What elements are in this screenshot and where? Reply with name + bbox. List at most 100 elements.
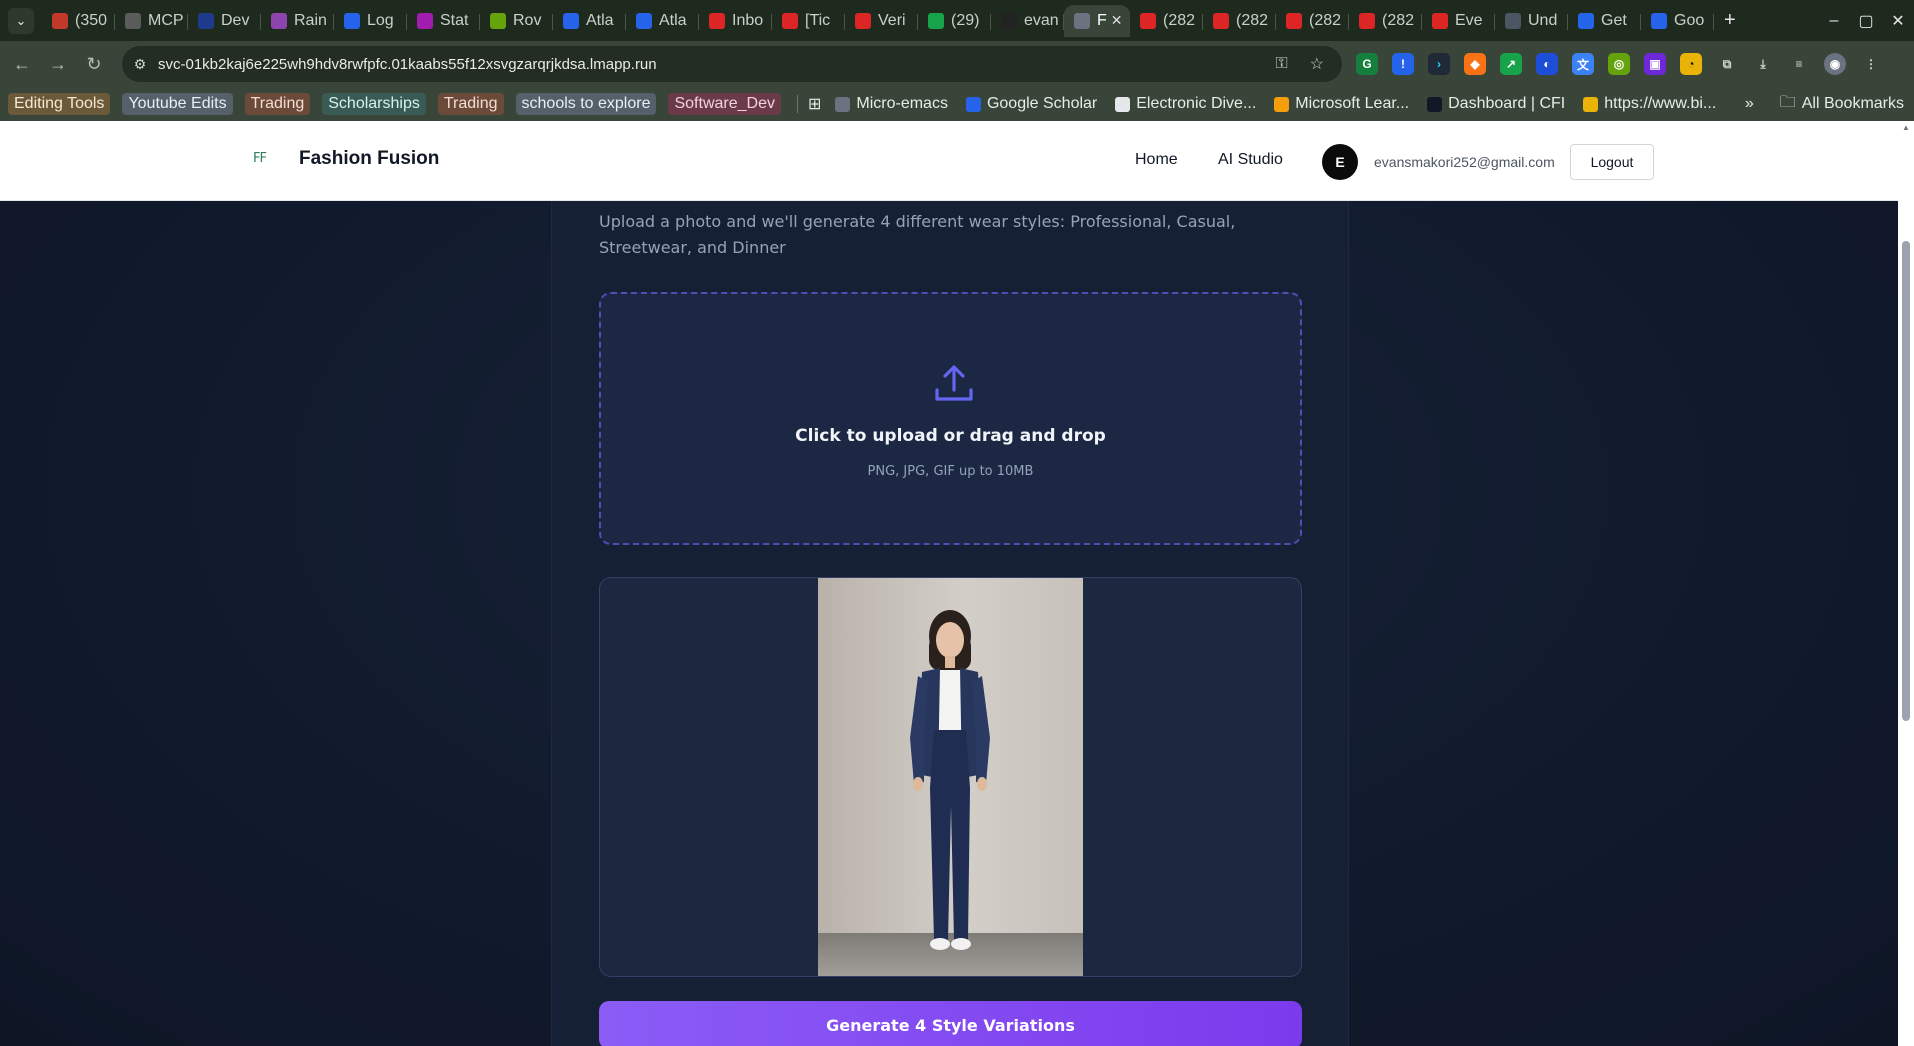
browser-tab[interactable]: Und xyxy=(1495,5,1568,37)
browser-tab[interactable]: Get xyxy=(1568,5,1641,37)
extension-badge-icon[interactable]: ! xyxy=(1392,53,1414,75)
close-window-icon[interactable]: ✕ xyxy=(1882,11,1914,31)
bookmark-link-label: Electronic Dive... xyxy=(1136,95,1257,112)
browser-tab[interactable]: (29) xyxy=(918,5,991,37)
dev-icon xyxy=(198,12,214,29)
browser-menu-icon[interactable]: ⋮ xyxy=(1860,53,1882,75)
bookmark-folder-chip[interactable]: Trading xyxy=(244,93,311,115)
brand-logo[interactable]: FF xyxy=(253,151,267,166)
url-text[interactable]: svc-01kb2kaj6e225wh9hdv8rwfpfc.01kaabs55… xyxy=(158,56,657,73)
grammarly-icon[interactable]: G xyxy=(1356,53,1378,75)
bookmark-folder-chip[interactable]: Trading xyxy=(437,93,504,115)
tab-search-chevron-icon[interactable]: ⌄ xyxy=(8,7,34,34)
extensions-puzzle-icon[interactable]: ⧉ xyxy=(1716,53,1738,75)
bookmark-link[interactable]: Google Scholar xyxy=(965,95,1098,113)
browser-tab[interactable]: Log xyxy=(334,5,407,37)
bookmark-link[interactable]: Electronic Dive... xyxy=(1115,95,1256,113)
browser-tab[interactable]: Eve xyxy=(1422,5,1495,37)
bookmark-folder-chip[interactable]: Editing Tools xyxy=(8,93,111,115)
prompt-icon[interactable]: › xyxy=(1428,53,1450,75)
bookmark-folder-chip[interactable]: Software_Dev xyxy=(668,93,781,115)
generate-styles-button[interactable]: Generate 4 Style Variations xyxy=(599,1001,1302,1046)
address-bar[interactable]: ⚙ svc-01kb2kaj6e225wh9hdv8rwfpfc.01kaabs… xyxy=(122,46,1342,82)
all-bookmarks-link[interactable]: All Bookmarks xyxy=(1802,95,1904,113)
person-figure xyxy=(910,610,990,950)
back-icon[interactable]: ← xyxy=(4,54,40,75)
bookmark-link-label: Google Scholar xyxy=(986,95,1098,112)
browser-tab[interactable]: (282 xyxy=(1130,5,1203,37)
browser-tab[interactable]: Atla xyxy=(553,5,626,37)
tab-label: [Tic xyxy=(805,11,831,29)
browser-tab-strip: ⌄ (350 MCP Dev Rain Log Stat Rov Atla Atla Inbo [T… xyxy=(0,0,1914,41)
logout-button[interactable]: Logout xyxy=(1570,144,1654,180)
youtube-icon xyxy=(1140,12,1156,29)
tab-label: Eve xyxy=(1455,11,1483,29)
browser-tab[interactable]: Rain xyxy=(261,5,334,37)
browser-tab[interactable]: MCP xyxy=(115,5,188,37)
youtube-live-icon xyxy=(52,12,68,29)
browser-tab[interactable]: (282 xyxy=(1203,5,1276,37)
browser-tab[interactable]: (350 xyxy=(42,5,115,37)
fox-icon[interactable]: ◆ xyxy=(1464,53,1486,75)
und-icon xyxy=(1505,12,1521,29)
studio-subtitle: Upload a photo and we'll generate 4 diff… xyxy=(599,212,1236,257)
translate-icon[interactable]: 文 xyxy=(1572,53,1594,75)
browser-tab[interactable]: Atla xyxy=(626,5,699,37)
twitch-icon[interactable]: ▣ xyxy=(1644,53,1666,75)
bookmark-link[interactable]: Micro-emacs xyxy=(835,95,948,113)
apps-grid-icon[interactable]: ⊞ xyxy=(808,94,821,114)
reload-icon[interactable]: ↻ xyxy=(76,54,112,75)
user-avatar[interactable]: E xyxy=(1322,144,1358,180)
scroll-thumb[interactable] xyxy=(1902,241,1910,721)
site-info-icon[interactable]: ⚙ xyxy=(122,56,158,73)
minimize-icon[interactable]: – xyxy=(1818,12,1850,30)
page-scrollbar[interactable]: ▲ xyxy=(1898,121,1914,1046)
brand-name[interactable]: Fashion Fusion xyxy=(299,148,439,170)
pacman-icon[interactable]: ◔ xyxy=(1680,53,1702,75)
forward-icon[interactable]: → xyxy=(40,54,76,75)
new-tab-icon[interactable]: + xyxy=(1724,9,1736,32)
tab-label: Log xyxy=(367,11,394,29)
nav-home[interactable]: Home xyxy=(1135,151,1178,169)
browser-tab[interactable]: Rov xyxy=(480,5,553,37)
bookmark-link-label: Microsoft Lear... xyxy=(1295,95,1410,112)
password-key-icon[interactable]: ⚿ xyxy=(1275,55,1287,73)
upload-dropzone[interactable]: Click to upload or drag and drop PNG, JP… xyxy=(599,292,1302,545)
bookmark-folder-chip[interactable]: Scholarships xyxy=(322,93,426,115)
rov-icon xyxy=(490,12,506,29)
maximize-icon[interactable]: ▢ xyxy=(1850,11,1882,31)
bookmark-folder-chip[interactable]: schools to explore xyxy=(515,93,657,115)
browser-tab[interactable]: Dev xyxy=(188,5,261,37)
bookmark-link[interactable]: Dashboard | CFI xyxy=(1427,95,1565,113)
browser-tab[interactable]: Inbo xyxy=(699,5,772,37)
media-queue-icon[interactable]: ≡ xyxy=(1788,53,1810,75)
bookmark-folder-chip[interactable]: Youtube Edits xyxy=(122,93,233,115)
bookmark-link[interactable]: Microsoft Lear... xyxy=(1274,95,1409,113)
nav-ai-studio[interactable]: AI Studio xyxy=(1218,151,1283,169)
tab-label: Rov xyxy=(513,11,542,29)
upload-hint: PNG, JPG, GIF up to 10MB xyxy=(867,464,1034,479)
image-preview xyxy=(599,577,1302,977)
chevron-double-right-icon[interactable]: » xyxy=(1745,95,1754,113)
browser-tab[interactable]: F ✕ xyxy=(1064,4,1130,37)
profile-avatar-icon[interactable]: ◉ xyxy=(1824,53,1846,75)
rain-icon xyxy=(271,12,287,29)
browser-tab[interactable]: Stat xyxy=(407,5,480,37)
chart-extension-icon[interactable]: ↗ xyxy=(1500,53,1522,75)
browser-tab[interactable]: (282 xyxy=(1276,5,1349,37)
close-tab-icon[interactable]: ✕ xyxy=(1111,12,1123,29)
bookmark-link[interactable]: https://www.bi... xyxy=(1583,95,1716,113)
browser-tab[interactable]: evan xyxy=(991,5,1064,37)
bookmark-star-icon[interactable]: ☆ xyxy=(1310,54,1324,74)
studio-panel: Upload a photo and we'll generate 4 diff… xyxy=(551,201,1349,1046)
bookmark-favicon-icon xyxy=(835,96,851,112)
shield-icon[interactable]: ◐ xyxy=(1536,53,1558,75)
scroll-up-arrow-icon[interactable]: ▲ xyxy=(1898,121,1914,135)
browser-tab[interactable]: Goo xyxy=(1641,5,1714,37)
wallet-icon[interactable]: ◎ xyxy=(1608,53,1630,75)
browser-tab[interactable]: Veri xyxy=(845,5,918,37)
browser-tab[interactable]: [Tic xyxy=(772,5,845,37)
v-icon xyxy=(344,12,360,29)
browser-tab[interactable]: (282 xyxy=(1349,5,1422,37)
download-icon[interactable]: ⤓ xyxy=(1752,53,1774,75)
